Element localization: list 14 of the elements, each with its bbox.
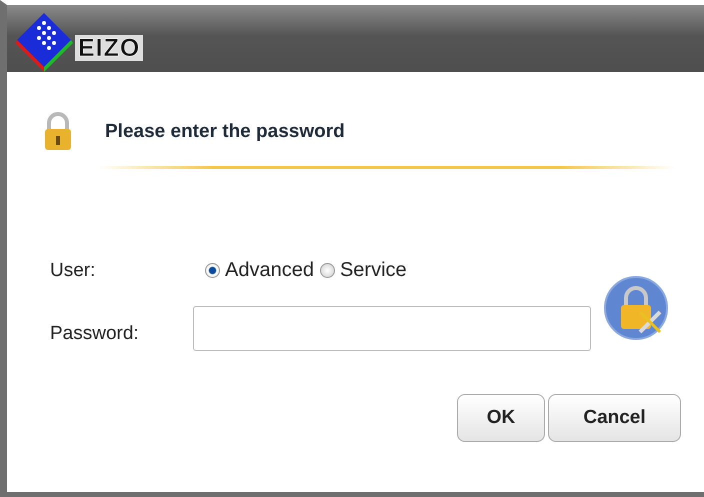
radio-option[interactable]: Service [320,259,407,282]
radio-button[interactable] [205,263,220,278]
user-label: User: [50,260,96,282]
padlock-icon [43,112,73,152]
radio-button[interactable] [320,263,335,278]
password-label: Password: [50,323,140,345]
dialog-button[interactable]: Cancel [548,394,681,442]
padlock-tool-icon[interactable] [604,276,668,340]
dialog-title: Please enter the password [105,121,345,143]
logo-text: EIZO [75,35,144,61]
logo-icon [15,11,73,73]
dialog-button[interactable]: OK [457,394,545,442]
password-field[interactable] [193,306,591,350]
radio-option[interactable]: Advanced [205,259,314,282]
